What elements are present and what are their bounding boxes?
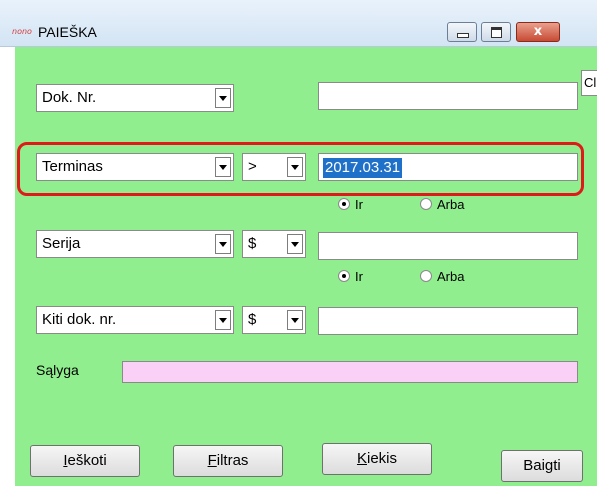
- finish-button[interactable]: Baigti: [501, 450, 583, 482]
- radio-arba[interactable]: [420, 198, 432, 210]
- dok-nr-field-value: Dok. Nr.: [42, 89, 97, 106]
- maximize-button[interactable]: [481, 22, 511, 42]
- dok-nr-value-input[interactable]: [318, 82, 578, 110]
- radio-ir[interactable]: [338, 198, 350, 210]
- chevron-down-icon[interactable]: [287, 234, 303, 254]
- radio-ir[interactable]: [338, 270, 350, 282]
- radio-ir-label: Ir: [355, 269, 363, 284]
- clipped-button[interactable]: Cl: [581, 70, 597, 96]
- title-bar[interactable]: nono PAIEŠKA x: [0, 0, 597, 47]
- logic-radio-group-1: Ir Arba: [338, 196, 498, 214]
- count-accel: K: [356, 450, 367, 467]
- filter-button[interactable]: Filtras: [173, 445, 283, 477]
- radio-arba-label: Arba: [437, 197, 465, 212]
- count-label: iekis: [367, 450, 398, 467]
- serija-operator-select[interactable]: $: [242, 230, 306, 258]
- minimize-button[interactable]: [447, 22, 477, 42]
- terminas-value-input[interactable]: 2017.03.31: [318, 153, 578, 181]
- kiti-value-input[interactable]: [318, 307, 578, 335]
- kiti-operator-select[interactable]: $: [242, 306, 306, 334]
- dok-nr-field-select[interactable]: Dok. Nr.: [36, 84, 234, 112]
- terminas-field-value: Terminas: [42, 158, 103, 175]
- app-icon: nono: [12, 27, 32, 36]
- chevron-down-icon[interactable]: [215, 157, 231, 177]
- kiti-field-value: Kiti dok. nr.: [42, 311, 117, 328]
- radio-arba-label: Arba: [437, 269, 465, 284]
- condition-input[interactable]: [122, 361, 578, 383]
- serija-field-select[interactable]: Serija: [36, 230, 234, 258]
- chevron-down-icon[interactable]: [215, 310, 231, 330]
- search-label: eškoti: [67, 452, 107, 469]
- radio-arba[interactable]: [420, 270, 432, 282]
- radio-ir-label: Ir: [355, 197, 363, 212]
- terminas-operator-select[interactable]: >: [242, 153, 306, 181]
- count-button[interactable]: Kiekis: [322, 443, 432, 475]
- condition-label: Sąlyga: [36, 362, 79, 378]
- filter-label: iltras: [216, 452, 249, 469]
- serija-value-input[interactable]: [318, 232, 578, 260]
- window-title: PAIEŠKA: [38, 24, 97, 40]
- serija-field-value: Serija: [42, 235, 81, 252]
- chevron-down-icon[interactable]: [215, 88, 231, 108]
- maximize-icon: [491, 27, 502, 38]
- kiti-field-select[interactable]: Kiti dok. nr.: [36, 306, 234, 334]
- kiti-operator-value: $: [248, 311, 257, 328]
- chevron-down-icon[interactable]: [287, 157, 303, 177]
- close-button[interactable]: x: [516, 22, 560, 42]
- chevron-down-icon[interactable]: [215, 234, 231, 254]
- search-window: nono PAIEŠKA x Cl Dok. Nr. Terminas > 20…: [0, 0, 597, 486]
- close-icon: x: [533, 24, 543, 39]
- search-button[interactable]: Ieškoti: [30, 445, 140, 477]
- chevron-down-icon[interactable]: [287, 310, 303, 330]
- logic-radio-group-2: Ir Arba: [338, 268, 498, 286]
- serija-operator-value: $: [248, 235, 257, 252]
- terminas-value-text: 2017.03.31: [323, 158, 403, 178]
- filter-accel: F: [207, 452, 217, 469]
- minimize-icon: [457, 33, 469, 38]
- terminas-field-select[interactable]: Terminas: [36, 153, 234, 181]
- terminas-operator-value: >: [248, 158, 257, 175]
- search-panel: [15, 47, 597, 486]
